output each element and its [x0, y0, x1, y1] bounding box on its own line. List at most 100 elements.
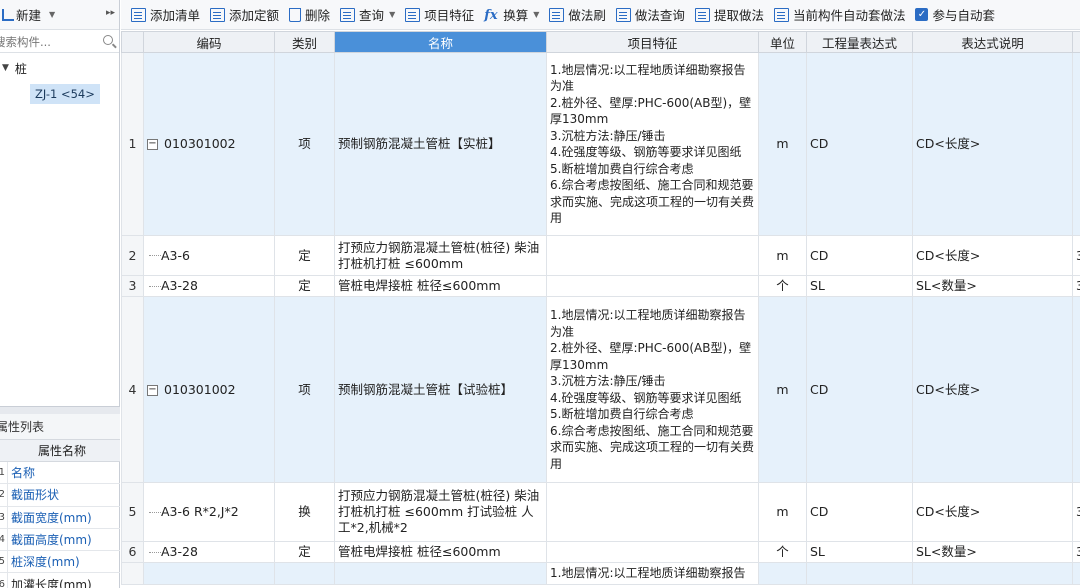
expression-cell[interactable]: SL: [806, 541, 913, 563]
code-cell[interactable]: −010301002: [143, 52, 275, 236]
header-expression-desc[interactable]: 表达式说明: [912, 31, 1073, 53]
table-row[interactable]: 3 A3-28 定管桩电焊接桩 桩径≤600mm 个 SL SL<数量> 3: [121, 275, 1080, 297]
feature-cell[interactable]: 1.地层情况:以工程地质详细勘察报告为准 2.桩外径、壁厚:PHC-600(AB型…: [546, 52, 759, 236]
prop-row[interactable]: 1 名称: [0, 462, 120, 485]
expression-cell[interactable]: CD: [806, 482, 913, 542]
unit-cell[interactable]: 个: [758, 275, 807, 297]
type-cell[interactable]: 定: [274, 235, 335, 276]
search-input[interactable]: [0, 34, 84, 49]
expression-cell[interactable]: CD: [806, 296, 913, 483]
method-brush-button[interactable]: 做法刷: [549, 5, 606, 24]
type-cell[interactable]: 换: [274, 482, 335, 542]
unit-cell[interactable]: m: [758, 296, 807, 483]
last-cell[interactable]: [1072, 296, 1080, 483]
feature-cell[interactable]: [546, 235, 759, 276]
header-expression[interactable]: 工程量表达式: [806, 31, 913, 53]
query-button[interactable]: 查询 ▼: [340, 5, 395, 24]
unit-cell[interactable]: m: [758, 52, 807, 236]
name-cell[interactable]: 打预应力钢筋混凝土管桩(桩径) 柴油打桩机打桩 ≤600mm 打试验桩 人工*2…: [334, 482, 547, 542]
search-icon[interactable]: [103, 35, 113, 45]
add-list-button[interactable]: 添加清单: [131, 5, 200, 24]
expression-cell[interactable]: CD: [806, 52, 913, 236]
tree-node-zj1[interactable]: ZJ-1 <54>: [30, 84, 100, 104]
expression-desc-cell[interactable]: CD<长度>: [912, 235, 1073, 276]
header-type[interactable]: 类别: [274, 31, 335, 53]
add-quota-button[interactable]: 添加定额: [210, 5, 279, 24]
auto-method-button[interactable]: 当前构件自动套做法: [773, 5, 905, 24]
type-cell[interactable]: 项: [274, 296, 335, 483]
new-component-button[interactable]: 新建 ▼: [2, 5, 55, 24]
tree-node-pile[interactable]: ▼ 桩: [0, 58, 119, 78]
feature-cell[interactable]: 1.地层情况:以工程地质详细勘察报告: [546, 562, 759, 585]
collapse-row-icon[interactable]: −: [147, 384, 158, 396]
header-unit[interactable]: 单位: [758, 31, 807, 53]
convert-button[interactable]: fx 换算 ▼: [484, 5, 539, 24]
expression-cell[interactable]: [806, 562, 913, 585]
last-cell[interactable]: 3: [1072, 275, 1080, 297]
checkbox-checked-icon[interactable]: ✓: [915, 8, 929, 21]
code-cell[interactable]: −010301002: [143, 296, 275, 483]
name-cell[interactable]: 预制钢筋混凝土管桩【试验桩】: [334, 296, 547, 483]
unit-cell[interactable]: m: [758, 482, 807, 542]
collapse-row-icon[interactable]: −: [147, 139, 158, 150]
last-cell[interactable]: 32: [1072, 482, 1080, 542]
code-cell[interactable]: A3-28: [143, 275, 275, 297]
prop-row[interactable]: 5 桩深度(mm): [0, 551, 120, 574]
expression-desc-cell[interactable]: SL<数量>: [912, 541, 1073, 563]
header-code[interactable]: 编码: [143, 31, 275, 53]
code-cell[interactable]: A3-6: [143, 235, 275, 276]
table-row[interactable]: 2 A3-6 定打预应力钢筋混凝土管桩(桩径) 柴油打桩机打桩 ≤600mm m CD C…: [121, 235, 1080, 276]
feature-cell[interactable]: [546, 541, 759, 563]
unit-cell[interactable]: [758, 562, 807, 585]
last-cell[interactable]: [1072, 52, 1080, 236]
expression-cell[interactable]: SL: [806, 275, 913, 297]
type-cell[interactable]: 定: [274, 541, 335, 563]
prop-row[interactable]: 2 截面形状: [0, 484, 120, 507]
table-row[interactable]: 1−010301002 项预制钢筋混凝土管桩【实桩】 1.地层情况:以工程地质详细勘…: [121, 52, 1080, 236]
item-feature-button[interactable]: 项目特征: [405, 5, 474, 24]
prop-row[interactable]: 4 截面高度(mm): [0, 528, 120, 552]
collapse-panel-icon[interactable]: ▸▸: [106, 8, 115, 18]
type-cell[interactable]: 定: [274, 275, 335, 297]
feature-cell[interactable]: 1.地层情况:以工程地质详细勘察报告为准 2.桩外径、壁厚:PHC-600(AB型…: [546, 296, 759, 483]
chevron-down-icon[interactable]: ▼: [49, 10, 55, 19]
delete-button[interactable]: 删除: [289, 5, 330, 24]
feature-cell[interactable]: [546, 482, 759, 542]
expression-desc-cell[interactable]: CD<长度>: [912, 52, 1073, 236]
expression-desc-cell[interactable]: CD<长度>: [912, 482, 1073, 542]
header-name[interactable]: 名称: [334, 31, 547, 53]
type-cell[interactable]: [274, 562, 335, 585]
table-row[interactable]: 5 A3-6 R*2,J*2 换打预应力钢筋混凝土管桩(桩径) 柴油打桩机打桩 ≤6…: [121, 482, 1080, 542]
table-row[interactable]: 6 A3-28 定管桩电焊接桩 桩径≤600mm 个 SL SL<数量> 3: [121, 541, 1080, 563]
name-cell[interactable]: 管桩电焊接桩 桩径≤600mm: [334, 275, 547, 297]
unit-cell[interactable]: m: [758, 235, 807, 276]
last-cell[interactable]: 3: [1072, 541, 1080, 563]
feature-cell[interactable]: [546, 275, 759, 297]
expression-cell[interactable]: CD: [806, 235, 913, 276]
name-cell[interactable]: 管桩电焊接桩 桩径≤600mm: [334, 541, 547, 563]
prop-row[interactable]: 6 加灌长度(mm): [0, 573, 120, 588]
code-cell[interactable]: [143, 562, 275, 585]
tree-collapse-icon[interactable]: ▼: [2, 63, 9, 73]
header-feature[interactable]: 项目特征: [546, 31, 759, 53]
last-cell[interactable]: [1072, 562, 1080, 585]
header-last[interactable]: 单: [1072, 31, 1080, 53]
prop-row[interactable]: 3 截面宽度(mm): [0, 506, 120, 529]
code-cell[interactable]: A3-28: [143, 541, 275, 563]
name-cell[interactable]: [334, 562, 547, 585]
expression-desc-cell[interactable]: SL<数量>: [912, 275, 1073, 297]
expression-desc-cell[interactable]: [912, 562, 1073, 585]
name-cell[interactable]: 打预应力钢筋混凝土管桩(桩径) 柴油打桩机打桩 ≤600mm: [334, 235, 547, 276]
table-row[interactable]: 1.地层情况:以工程地质详细勘察报告: [121, 562, 1080, 585]
extract-method-button[interactable]: 提取做法: [694, 5, 764, 24]
type-cell[interactable]: 项: [274, 52, 335, 236]
expression-desc-cell[interactable]: CD<长度>: [912, 296, 1073, 483]
method-query-button[interactable]: 做法查询: [615, 5, 685, 24]
unit-cell[interactable]: 个: [758, 541, 807, 563]
table-row[interactable]: 4−010301002 项预制钢筋混凝土管桩【试验桩】 1.地层情况:以工程地质详细…: [121, 296, 1080, 483]
splitter[interactable]: [0, 406, 120, 414]
name-cell[interactable]: 预制钢筋混凝土管桩【实桩】: [334, 52, 547, 236]
code-cell[interactable]: A3-6 R*2,J*2: [143, 482, 275, 542]
participate-auto-checkbox[interactable]: ✓ 参与自动套: [915, 5, 995, 24]
last-cell[interactable]: 32: [1072, 235, 1080, 276]
